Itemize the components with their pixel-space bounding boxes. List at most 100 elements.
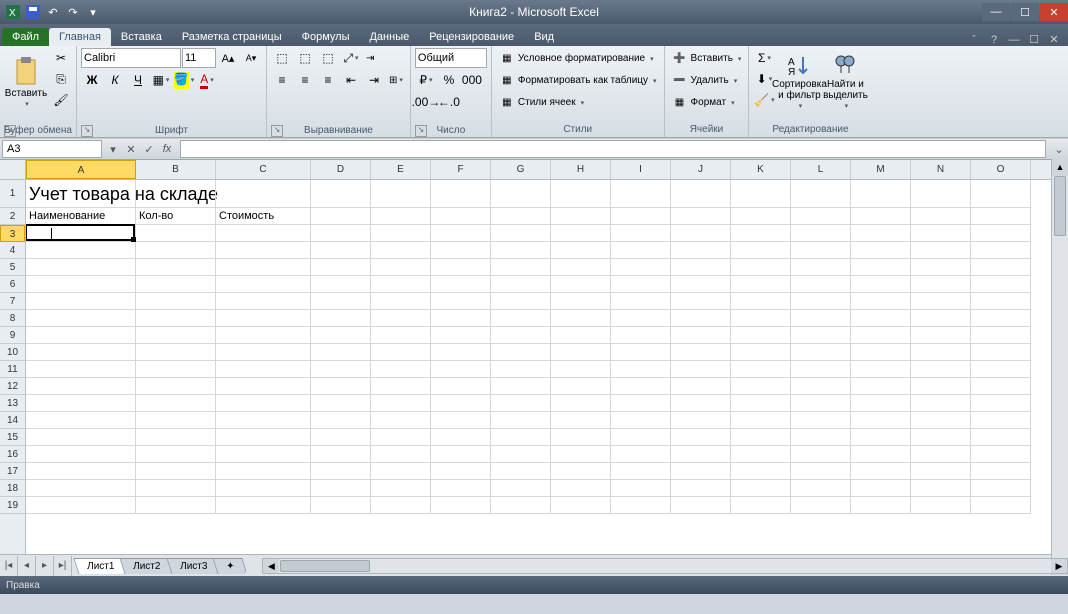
cell-F14[interactable] [431,412,491,429]
cell-A3[interactable] [26,225,136,242]
cell-M17[interactable] [851,463,911,480]
sheet-prev-icon[interactable]: ◂ [18,556,36,576]
cell-D3[interactable] [311,225,371,242]
cell-A8[interactable] [26,310,136,327]
cell-C13[interactable] [216,395,311,412]
cell-D18[interactable] [311,480,371,497]
cell-E2[interactable] [371,208,431,225]
cell-K12[interactable] [731,378,791,395]
horizontal-scrollbar[interactable]: ◀ ▶ [262,558,1068,574]
cell-M18[interactable] [851,480,911,497]
cell-I5[interactable] [611,259,671,276]
cell-F5[interactable] [431,259,491,276]
cell-I7[interactable] [611,293,671,310]
cell-B14[interactable] [136,412,216,429]
cell-K17[interactable] [731,463,791,480]
doc-minimize-icon[interactable]: — [1006,34,1022,46]
cell-N14[interactable] [911,412,971,429]
cell-G2[interactable] [491,208,551,225]
col-header-D[interactable]: D [311,160,371,179]
cell-A17[interactable] [26,463,136,480]
cell-C14[interactable] [216,412,311,429]
col-header-F[interactable]: F [431,160,491,179]
cell-C9[interactable] [216,327,311,344]
wrap-text-button[interactable]: ⇥ [363,48,377,68]
cell-F11[interactable] [431,361,491,378]
cell-H5[interactable] [551,259,611,276]
cell-M9[interactable] [851,327,911,344]
cell-F18[interactable] [431,480,491,497]
tab-layout[interactable]: Разметка страницы [172,28,292,46]
cell-E4[interactable] [371,242,431,259]
cell-J9[interactable] [671,327,731,344]
cell-N17[interactable] [911,463,971,480]
cell-O11[interactable] [971,361,1031,378]
cell-O9[interactable] [971,327,1031,344]
cell-H16[interactable] [551,446,611,463]
paste-button[interactable]: Вставить▾ [4,48,48,116]
cell-D14[interactable] [311,412,371,429]
cell-J8[interactable] [671,310,731,327]
cell-G19[interactable] [491,497,551,514]
cell-B3[interactable] [136,225,216,242]
cell-G14[interactable] [491,412,551,429]
cell-A19[interactable] [26,497,136,514]
cell-B5[interactable] [136,259,216,276]
cell-D12[interactable] [311,378,371,395]
cell-H8[interactable] [551,310,611,327]
cell-D11[interactable] [311,361,371,378]
cell-L7[interactable] [791,293,851,310]
cell-N6[interactable] [911,276,971,293]
cell-D16[interactable] [311,446,371,463]
cell-N15[interactable] [911,429,971,446]
cell-H15[interactable] [551,429,611,446]
cell-O12[interactable] [971,378,1031,395]
cell-J3[interactable] [671,225,731,242]
redo-icon[interactable]: ↷ [64,3,82,21]
cell-F15[interactable] [431,429,491,446]
align-center-icon[interactable]: ≡ [294,70,316,90]
cell-B2[interactable]: Кол-во [136,208,216,225]
col-header-E[interactable]: E [371,160,431,179]
cell-C2[interactable]: Стоимость [216,208,311,225]
col-header-O[interactable]: O [971,160,1031,179]
underline-button[interactable]: Ч [127,70,149,90]
cell-A9[interactable] [26,327,136,344]
formula-bar[interactable] [180,140,1046,158]
row-header-1[interactable]: 1 [0,180,25,208]
cell-J6[interactable] [671,276,731,293]
cell-D17[interactable] [311,463,371,480]
cell-I3[interactable] [611,225,671,242]
cell-K15[interactable] [731,429,791,446]
cell-A10[interactable] [26,344,136,361]
cell-E14[interactable] [371,412,431,429]
cell-B7[interactable] [136,293,216,310]
cell-O13[interactable] [971,395,1031,412]
sheet-next-icon[interactable]: ▸ [36,556,54,576]
cut-button[interactable]: ✂ [50,48,72,68]
align-launcher[interactable]: ↘ [271,125,283,137]
cell-I12[interactable] [611,378,671,395]
cell-C3[interactable] [216,225,311,242]
cell-F2[interactable] [431,208,491,225]
cell-L8[interactable] [791,310,851,327]
increase-font-icon[interactable]: A▴ [217,48,239,68]
sheet-first-icon[interactable]: |◂ [0,556,18,576]
cell-H17[interactable] [551,463,611,480]
cell-N16[interactable] [911,446,971,463]
cell-N4[interactable] [911,242,971,259]
cell-F12[interactable] [431,378,491,395]
tab-insert[interactable]: Вставка [111,28,172,46]
cell-C19[interactable] [216,497,311,514]
cell-I9[interactable] [611,327,671,344]
merge-button[interactable]: ⊞▾ [386,70,406,90]
save-icon[interactable] [24,3,42,21]
align-bottom-icon[interactable]: ⬚ [317,48,339,68]
find-select-button[interactable]: Найти и выделить▾ [823,48,867,116]
cell-O19[interactable] [971,497,1031,514]
cell-C6[interactable] [216,276,311,293]
row-header-8[interactable]: 8 [0,310,25,327]
cell-I11[interactable] [611,361,671,378]
cell-C12[interactable] [216,378,311,395]
tab-data[interactable]: Данные [359,28,419,46]
